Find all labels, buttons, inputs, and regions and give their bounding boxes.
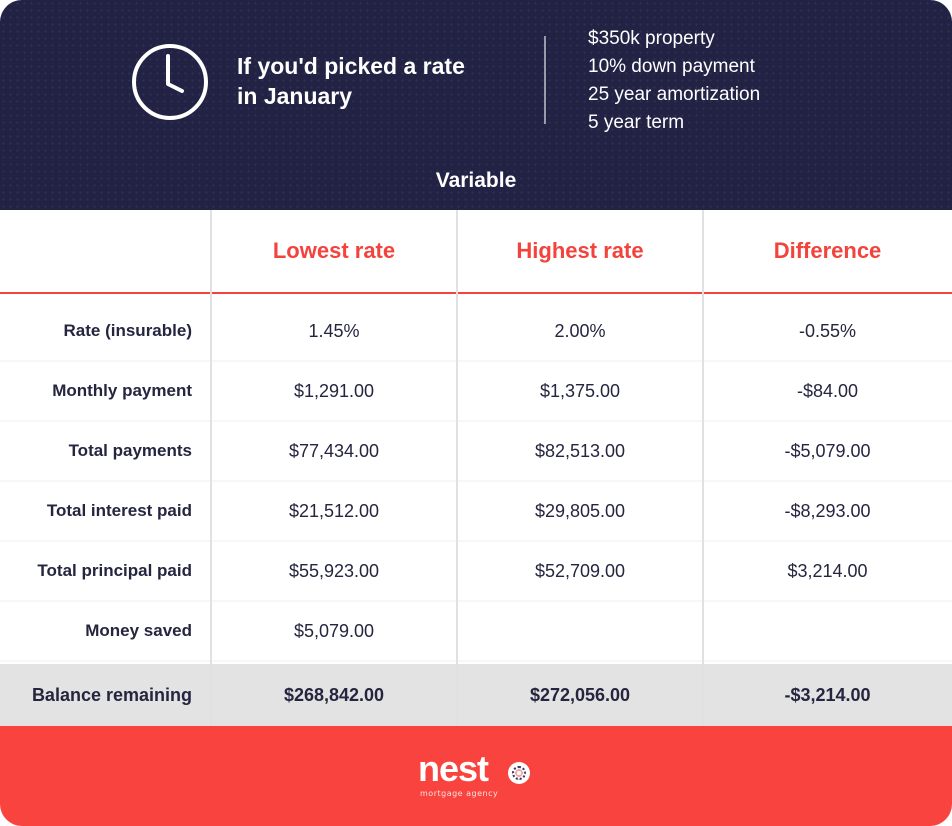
brand-tagline: mortgage agency	[420, 789, 499, 798]
title-line-1: If you'd picked a rate	[237, 53, 465, 79]
row-label: Monthly payment	[52, 381, 192, 400]
lowest-value: $77,434.00	[288, 440, 380, 461]
lowest-value: $1,291.00	[293, 380, 375, 401]
header-highest-rate: Highest rate	[516, 238, 644, 263]
table-row: Monthly payment $1,291.00 $1,375.00 -$84…	[0, 362, 952, 422]
brand-wordmark: nest	[418, 748, 489, 789]
header-divider	[544, 36, 546, 124]
spec-amortization: 25 year amortization	[588, 84, 761, 105]
spec-down-payment: 10% down payment	[588, 56, 755, 77]
difference-value	[703, 602, 952, 660]
spec-term: 5 year term	[588, 112, 685, 133]
table-row: Total principal paid $55,923.00 $52,709.…	[0, 542, 952, 602]
lowest-value: $268,842.00	[283, 684, 385, 705]
clock-icon	[132, 44, 208, 120]
total-row: Balance remaining $268,842.00 $272,056.0…	[0, 664, 952, 726]
row-label: Rate (insurable)	[63, 321, 192, 340]
highest-value: $52,709.00	[534, 560, 626, 581]
row-label: Balance remaining	[31, 684, 192, 705]
page-title: If you'd picked a rate in January	[237, 51, 527, 111]
difference-value: -$8,293.00	[784, 500, 871, 521]
header-empty	[0, 210, 211, 292]
loan-specs-list: $350k property 10% down payment 25 year …	[588, 25, 760, 137]
difference-value: -$3,214.00	[784, 684, 871, 705]
highest-value	[457, 602, 703, 660]
highest-value: 2.00%	[554, 320, 606, 341]
spec-property: $350k property	[588, 28, 715, 49]
header-difference: Difference	[773, 238, 882, 263]
table-row: Money saved $5,079.00	[0, 602, 952, 662]
comparison-table: Lowest rate Highest rate Difference Rate…	[0, 210, 952, 726]
brand-logo: nest mortgage agency	[418, 751, 538, 801]
row-label: Total payments	[68, 441, 192, 460]
highest-value: $1,375.00	[539, 380, 621, 401]
row-label: Total interest paid	[46, 501, 192, 520]
lowest-value: $21,512.00	[288, 500, 380, 521]
column-divider	[702, 210, 704, 726]
header-banner: If you'd picked a rate in January $350k …	[0, 0, 952, 210]
highest-value: $272,056.00	[529, 684, 631, 705]
highest-value: $82,513.00	[534, 440, 626, 461]
lowest-value: 1.45%	[308, 320, 360, 341]
table-row: Total interest paid $21,512.00 $29,805.0…	[0, 482, 952, 542]
difference-value: -0.55%	[798, 320, 857, 341]
difference-value: $3,214.00	[787, 560, 868, 581]
rate-comparison-card: If you'd picked a rate in January $350k …	[0, 0, 952, 826]
column-divider	[456, 210, 458, 726]
header-lowest-rate: Lowest rate	[272, 238, 396, 263]
table-header-row: Lowest rate Highest rate Difference	[0, 210, 952, 294]
row-label: Money saved	[85, 621, 192, 640]
column-divider	[210, 210, 212, 726]
lowest-value: $5,079.00	[293, 620, 375, 641]
highest-value: $29,805.00	[534, 500, 626, 521]
row-label: Total principal paid	[37, 561, 192, 580]
section-label: Variable	[435, 169, 517, 192]
title-line-2: in January	[237, 83, 353, 109]
table-row: Rate (insurable) 1.45% 2.00% -0.55%	[0, 302, 952, 362]
lowest-value: $55,923.00	[288, 560, 380, 581]
table-row: Total payments $77,434.00 $82,513.00 -$5…	[0, 422, 952, 482]
difference-value: -$84.00	[796, 380, 859, 401]
compass-o-icon	[508, 762, 530, 784]
difference-value: -$5,079.00	[784, 440, 871, 461]
